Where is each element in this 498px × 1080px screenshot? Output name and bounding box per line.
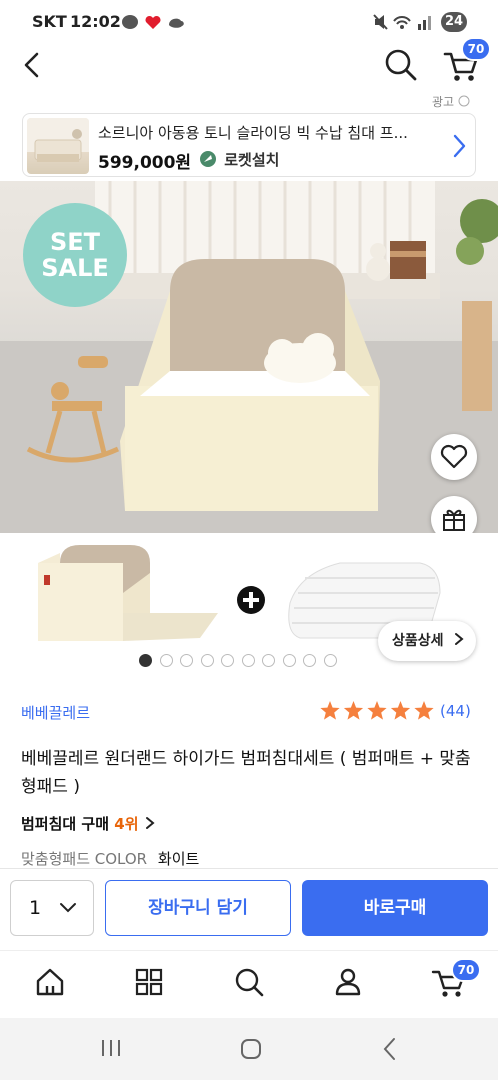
ad-label: 광고	[432, 93, 470, 110]
option-label: 맞춤형패드 COLOR	[21, 850, 148, 868]
carousel-dot[interactable]	[139, 654, 152, 667]
quantity-select[interactable]: 1	[10, 880, 94, 936]
product-title: 베베끌레르 원더랜드 하이가드 범퍼침대세트 ( 범퍼매트 + 맞춤형패드 )	[21, 749, 471, 797]
search-button[interactable]	[380, 44, 420, 84]
carousel-dot[interactable]	[262, 654, 275, 667]
set-sale-badge: SET SALE	[23, 203, 127, 307]
carrier-label: SKT	[32, 12, 67, 31]
back-button[interactable]	[12, 44, 52, 84]
rocket-icon	[200, 151, 216, 167]
clock: 12:02	[70, 12, 121, 31]
header-cart-count-badge: 70	[461, 37, 491, 61]
carousel-dot[interactable]	[323, 654, 337, 667]
search-icon	[385, 49, 417, 81]
carousel-dot[interactable]	[200, 654, 214, 667]
ad-title: 소르니아 아동용 토니 슬라이딩 빅 수납 침대 프...	[98, 124, 408, 142]
buy-now-button[interactable]: 바로구매	[302, 880, 488, 936]
set-sale-line2: SALE	[41, 254, 109, 282]
selected-option: 맞춤형패드 COLOR 화이트	[21, 848, 199, 869]
ad-price: 599,000원	[98, 153, 192, 173]
brand-link[interactable]: 베베끌레르	[21, 702, 90, 723]
purchase-rank[interactable]: 범퍼침대 구매 4위	[21, 813, 156, 834]
chevron-right-icon	[453, 134, 466, 158]
nav-home[interactable]	[30, 962, 70, 1002]
ad-product-thumbnail	[27, 118, 89, 174]
product-detail-label: 상품상세	[392, 633, 444, 649]
carousel-dot[interactable]	[303, 654, 316, 667]
rank-value: 4위	[114, 815, 139, 833]
system-navigation-bar	[0, 1018, 498, 1080]
carousel-dot[interactable]	[159, 654, 173, 667]
nav-categories[interactable]	[129, 962, 169, 1002]
rank-prefix: 범퍼침대 구매	[21, 815, 110, 833]
star-icon	[414, 701, 434, 720]
home-system-icon[interactable]	[237, 1036, 265, 1062]
option-value: 화이트	[157, 850, 200, 868]
info-icon	[458, 95, 470, 107]
wishlist-button[interactable]	[431, 434, 477, 480]
star-icon	[390, 701, 411, 720]
quantity-value: 1	[29, 897, 42, 919]
back-system-icon[interactable]	[378, 1036, 402, 1062]
carousel-dot[interactable]	[221, 654, 234, 667]
set-sale-line1: SET	[49, 228, 101, 256]
star-icon	[320, 701, 340, 720]
grid-icon	[135, 968, 163, 996]
nav-search[interactable]	[229, 962, 269, 1002]
nav-cart-count-badge: 70	[451, 958, 481, 982]
product-detail-button[interactable]: 상품상세	[378, 621, 476, 661]
star-icon	[343, 701, 364, 720]
recent-apps-icon[interactable]	[96, 1036, 126, 1060]
rocket-install-badge: 로켓설치	[199, 149, 279, 170]
battery-indicator: 24	[441, 12, 467, 32]
person-icon	[335, 968, 361, 996]
chevron-down-icon	[60, 903, 76, 913]
ad-label-text: 광고	[432, 95, 455, 109]
status-bar: SKT 12:02 24	[0, 0, 498, 44]
carousel-dot[interactable]	[282, 654, 296, 667]
chevron-right-icon	[455, 633, 464, 645]
add-to-cart-button[interactable]: 장바구니 담기	[105, 880, 291, 936]
ad-banner[interactable]: 소르니아 아동용 토니 슬라이딩 빅 수납 침대 프... 599,000원 로…	[22, 113, 476, 177]
home-icon	[36, 968, 64, 996]
chevron-right-icon	[145, 817, 155, 829]
heart-icon	[440, 444, 468, 469]
chevron-left-icon	[24, 52, 39, 78]
notification-icons	[122, 15, 184, 29]
search-icon	[235, 968, 264, 997]
nav-my-account[interactable]	[328, 962, 368, 1002]
carousel-dot[interactable]	[180, 654, 193, 667]
rating-stars	[319, 700, 437, 722]
rocket-install-text: 로켓설치	[224, 151, 280, 169]
system-status-icons	[373, 14, 431, 30]
star-icon	[367, 701, 387, 720]
review-count[interactable]: (44)	[440, 702, 471, 720]
carousel-dot[interactable]	[241, 654, 255, 667]
